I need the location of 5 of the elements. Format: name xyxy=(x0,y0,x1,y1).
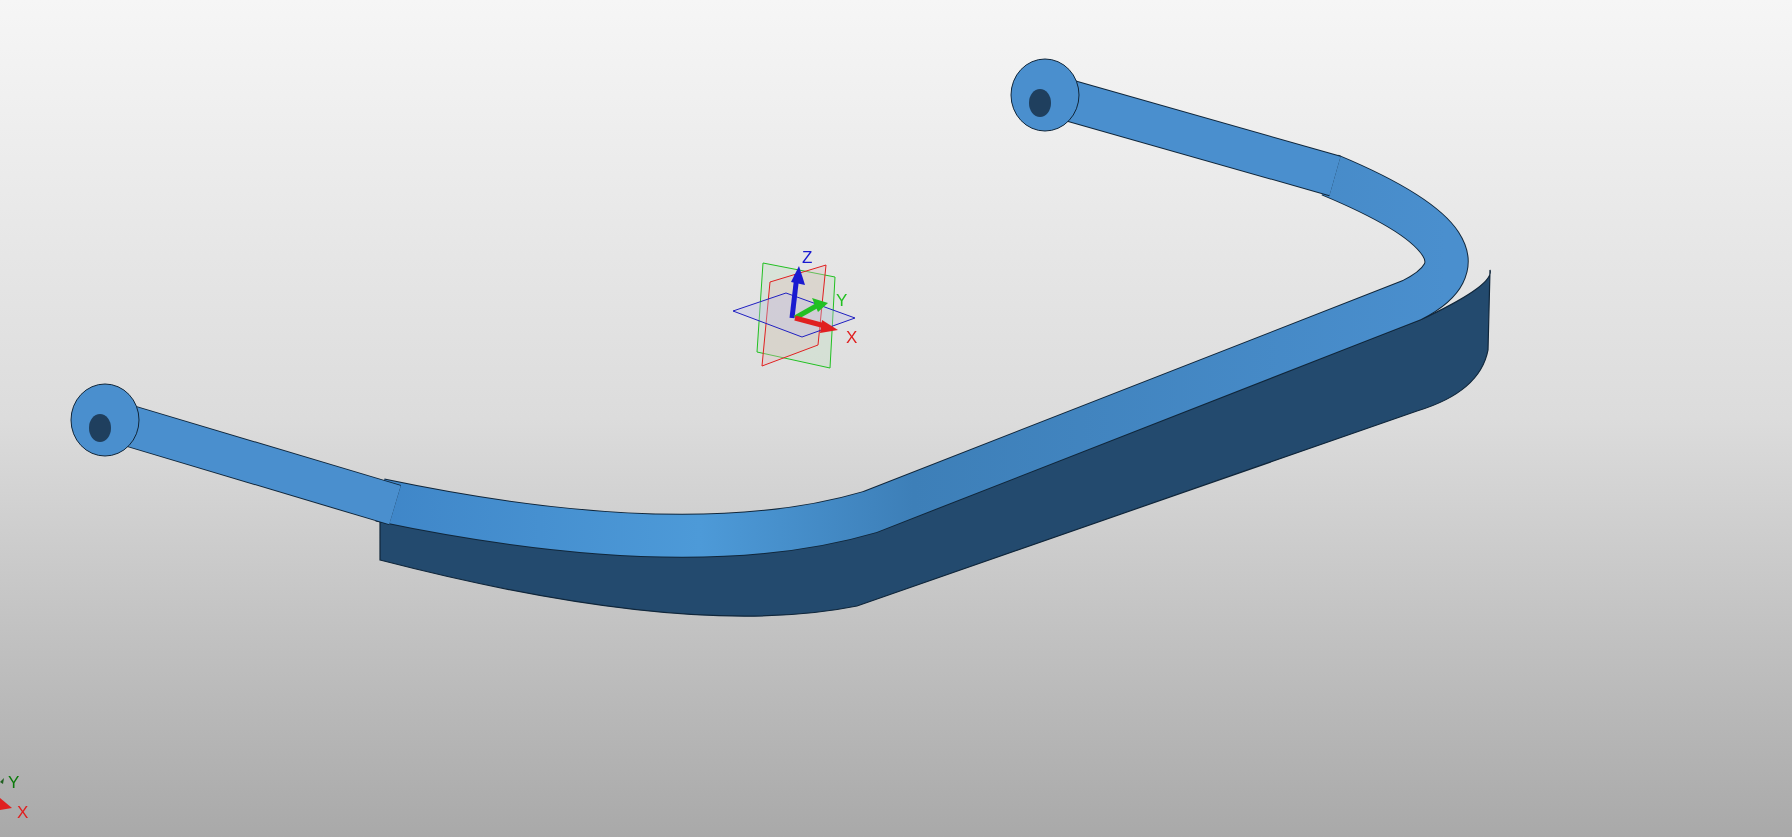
axis-label: Z xyxy=(802,248,813,267)
axis-label: Y xyxy=(8,773,20,792)
axis-label: X xyxy=(846,328,858,347)
axis-label: Y xyxy=(836,291,848,310)
axis-label: X xyxy=(17,803,29,822)
